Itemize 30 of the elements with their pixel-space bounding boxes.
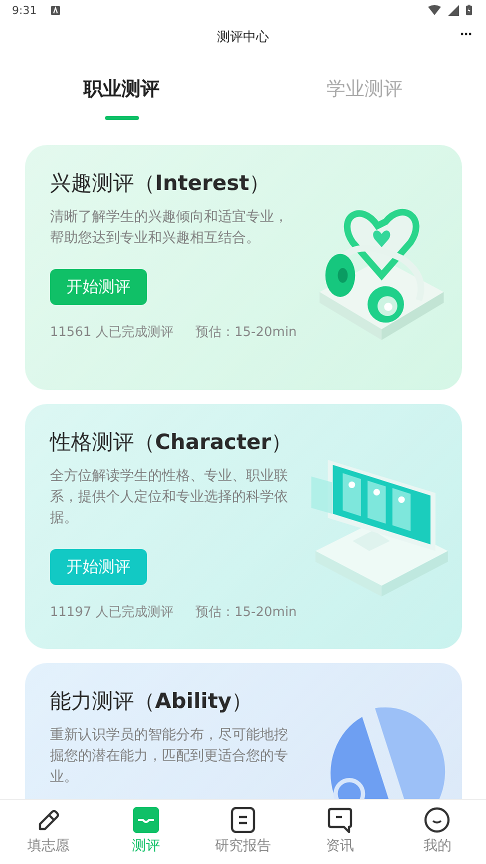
wifi-icon (428, 4, 441, 16)
completion-count: 11561 人已完成测评 (50, 324, 174, 341)
card-title: 兴趣测评（Interest） (50, 170, 272, 197)
card-title: 性格测评（Character） (50, 429, 294, 456)
pulse-icon (132, 807, 159, 833)
start-button[interactable]: 开始测评 (50, 269, 147, 305)
page-title: 测评中心 (217, 29, 269, 46)
time-estimate: 预估：15-20min (196, 324, 297, 341)
chat-icon (327, 807, 354, 833)
battery-icon (466, 4, 472, 16)
card-title: 能力测评（Ability） (50, 688, 254, 715)
card-description: 全方位解读学生的性格、专业、职业联系，提供个人定位和专业选择的科学依据。 (50, 467, 289, 528)
document-icon (230, 807, 256, 833)
nav-tab[interactable]: 测评 (97, 800, 194, 864)
notification-icon (50, 6, 60, 14)
nav-tab[interactable]: 填志愿 (0, 800, 98, 864)
card-description: 重新认识学员的智能分布，尽可能地挖掘您的潜在能力，匹配到更适合您的专业。 (50, 726, 289, 787)
nav-tab[interactable]: 研究报告 (194, 800, 292, 864)
smiley-icon (424, 807, 450, 833)
start-button[interactable]: 开始测评 (50, 549, 147, 585)
more-button[interactable]: ··· (458, 26, 474, 43)
signal-icon (447, 4, 460, 16)
tab[interactable]: 职业测评 (0, 54, 243, 124)
nav-tab[interactable]: 我的 (388, 800, 486, 864)
status-time: 9:31 (12, 4, 37, 16)
nav-tab[interactable]: 资讯 (292, 800, 389, 864)
card-description: 清晰了解学生的兴趣倾向和适宜专业，帮助您达到专业和兴趣相互结合。 (50, 208, 289, 248)
tab[interactable]: 学业测评 (243, 54, 486, 124)
completion-count: 11197 人已完成测评 (50, 604, 174, 621)
time-estimate: 预估：15-20min (196, 604, 297, 621)
